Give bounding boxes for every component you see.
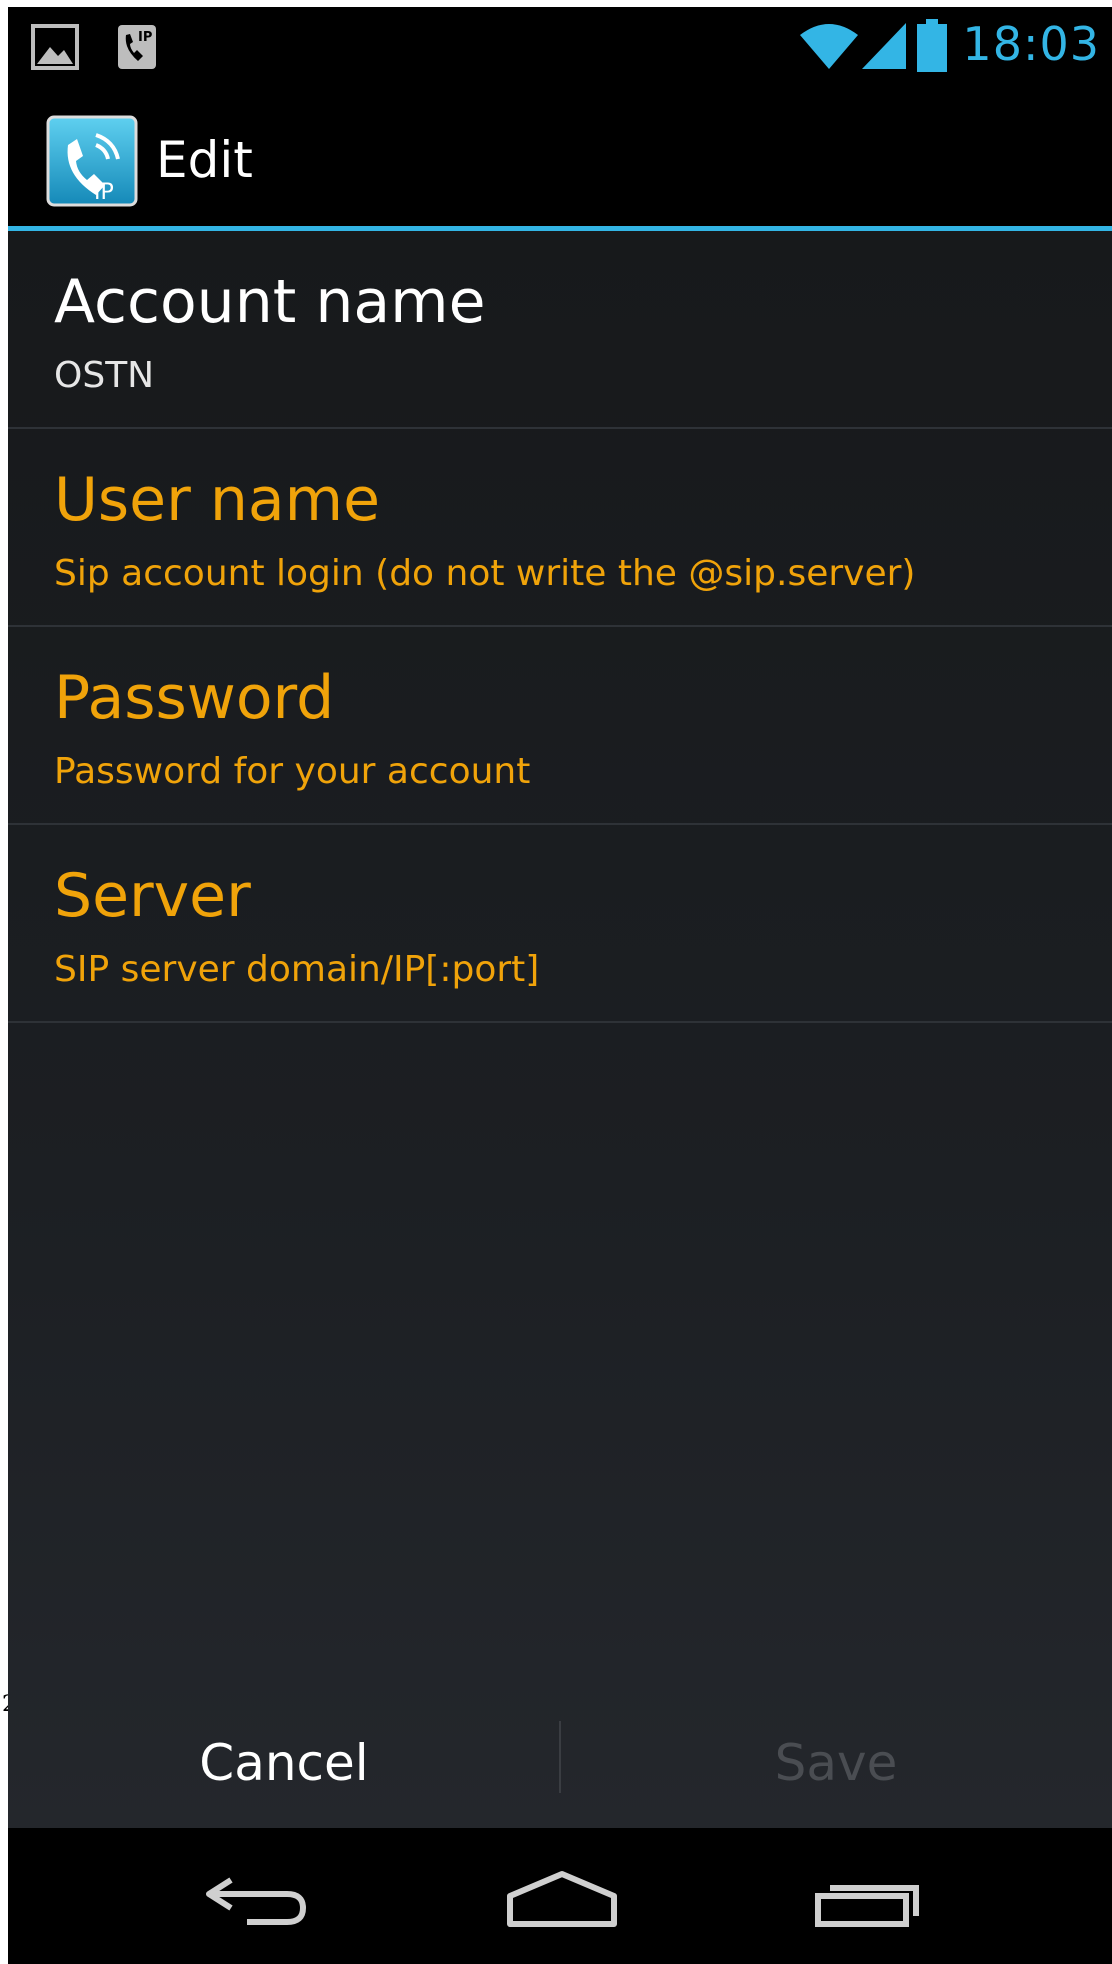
status-bar: IP 18:03 <box>8 7 1112 85</box>
image-notification-icon <box>30 23 80 75</box>
cancel-button[interactable]: Cancel <box>8 1697 560 1828</box>
home-icon[interactable] <box>492 1858 632 1938</box>
status-time: 18:03 <box>962 17 1100 71</box>
pref-summary: OSTN <box>54 355 155 396</box>
wifi-icon <box>798 21 860 75</box>
action-bar: IP Edit <box>8 85 1112 231</box>
pref-title: User name <box>54 465 380 535</box>
pref-server[interactable]: Server SIP server domain/IP[:port] <box>8 825 1112 1023</box>
pref-summary: Sip account login (do not write the @sip… <box>54 553 916 594</box>
pref-title: Password <box>54 663 335 733</box>
action-bar-title: Edit <box>156 131 253 189</box>
pref-password[interactable]: Password Password for your account <box>8 627 1112 825</box>
phone-screen: IP 18:03 IP Edit Account name OSTN User … <box>8 7 1112 1964</box>
signal-icon <box>860 21 908 75</box>
pref-title: Server <box>54 861 251 931</box>
pref-title: Account name <box>54 267 486 337</box>
recent-apps-icon[interactable] <box>800 1858 940 1938</box>
ip-phone-app-icon[interactable]: IP <box>46 115 138 207</box>
pref-summary: Password for your account <box>54 751 531 792</box>
navigation-bar <box>8 1828 1112 1964</box>
svg-text:IP: IP <box>138 30 152 45</box>
app-icon-text: IP <box>94 180 114 205</box>
pref-summary: SIP server domain/IP[:port] <box>54 949 540 990</box>
pref-user-name[interactable]: User name Sip account login (do not writ… <box>8 429 1112 627</box>
sip-phone-notification-icon: IP <box>116 23 158 75</box>
back-icon[interactable] <box>191 1858 331 1938</box>
button-bar: Cancel Save <box>8 1697 1112 1828</box>
save-button[interactable]: Save <box>560 1697 1112 1828</box>
pref-account-name[interactable]: Account name OSTN <box>8 231 1112 429</box>
preference-list: Account name OSTN User name Sip account … <box>8 231 1112 1828</box>
battery-icon <box>916 19 948 77</box>
